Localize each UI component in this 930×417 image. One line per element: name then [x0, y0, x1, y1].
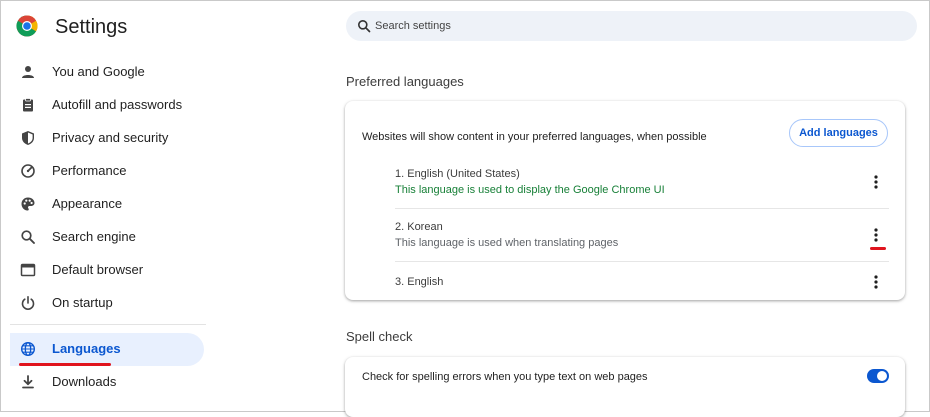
- language-row: 2. Korean This language is used when tra…: [395, 221, 889, 261]
- globe-icon: [20, 341, 36, 357]
- browser-window-icon: [20, 263, 36, 277]
- search-bar[interactable]: [346, 11, 917, 41]
- speedometer-icon: [21, 164, 35, 178]
- highlight-underline-languages: [19, 363, 111, 366]
- sidebar-divider: [10, 324, 206, 325]
- clipboard-icon: [23, 98, 33, 112]
- language-name: 2. Korean: [395, 221, 443, 233]
- power-icon: [21, 296, 35, 310]
- sidebar-item-label: Search engine: [52, 229, 136, 244]
- sidebar-item-label: On startup: [52, 295, 113, 310]
- highlight-underline-korean-menu: [870, 247, 886, 250]
- section-title-preferred-languages: Preferred languages: [346, 74, 464, 89]
- spell-check-toggle[interactable]: [867, 369, 889, 383]
- row-divider: [395, 261, 889, 262]
- sidebar-item-downloads[interactable]: Downloads: [10, 366, 204, 399]
- toggle-knob: [877, 371, 887, 381]
- spell-check-card: Check for spelling errors when you type …: [345, 357, 905, 417]
- sidebar-item-label: Default browser: [52, 262, 144, 277]
- more-options-icon[interactable]: [867, 273, 885, 291]
- sidebar-item-label: Downloads: [52, 374, 117, 389]
- add-languages-button[interactable]: Add languages: [789, 119, 888, 147]
- language-row: 1. English (United States) This language…: [395, 167, 889, 207]
- section-title-spell-check: Spell check: [346, 329, 413, 344]
- more-options-icon[interactable]: [867, 226, 885, 244]
- download-icon: [22, 375, 34, 389]
- sidebar-item-privacy[interactable]: Privacy and security: [10, 122, 204, 155]
- sidebar-item-default-browser[interactable]: Default browser: [10, 254, 204, 287]
- sidebar-item-you-and-google[interactable]: You and Google: [10, 56, 204, 89]
- search-icon: [21, 230, 35, 244]
- more-options-icon[interactable]: [867, 173, 885, 191]
- person-icon: [22, 66, 34, 78]
- page-title: Settings: [55, 16, 128, 38]
- search-input[interactable]: [375, 11, 895, 41]
- preferred-languages-description: Websites will show content in your prefe…: [362, 131, 707, 143]
- sidebar-item-search-engine[interactable]: Search engine: [10, 221, 204, 254]
- spell-check-option-label: Check for spelling errors when you type …: [362, 371, 648, 383]
- sidebar-item-label: You and Google: [52, 64, 145, 79]
- sidebar-item-label: Autofill and passwords: [52, 97, 183, 112]
- language-name: 3. English: [395, 276, 444, 288]
- sidebar-item-appearance[interactable]: Appearance: [10, 188, 204, 221]
- row-divider: [395, 208, 889, 209]
- palette-icon: [21, 197, 35, 211]
- sidebar-item-autofill[interactable]: Autofill and passwords: [10, 89, 204, 122]
- shield-icon: [22, 131, 34, 145]
- language-note: This language is used when translating p…: [395, 237, 619, 249]
- search-icon: [358, 20, 371, 33]
- sidebar-item-languages[interactable]: Languages: [10, 333, 204, 366]
- sidebar-item-label: Languages: [52, 341, 121, 356]
- language-name: 1. English (United States): [395, 168, 520, 180]
- sidebar-item-performance[interactable]: Performance: [10, 155, 204, 188]
- language-row: 3. English: [395, 271, 889, 295]
- sidebar-item-label: Performance: [52, 163, 127, 178]
- language-note: This language is used to display the Goo…: [395, 184, 665, 196]
- sidebar-item-on-startup[interactable]: On startup: [10, 287, 204, 320]
- preferred-languages-card: Websites will show content in your prefe…: [345, 101, 905, 300]
- sidebar-item-label: Appearance: [52, 196, 123, 211]
- sidebar-item-label: Privacy and security: [52, 130, 169, 145]
- chrome-logo-icon: [16, 15, 38, 37]
